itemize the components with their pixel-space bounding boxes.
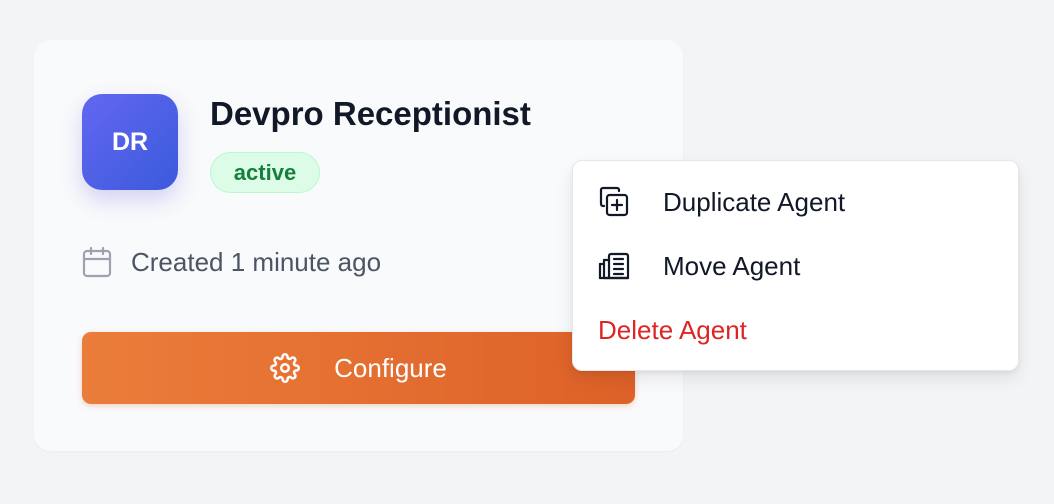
created-info: Created 1 minute ago [82, 246, 381, 278]
created-text: Created 1 minute ago [131, 246, 382, 277]
duplicate-icon [598, 186, 630, 218]
agent-avatar: DR [82, 94, 178, 190]
menu-item-label: Duplicate Agent [663, 186, 846, 217]
status-label: active [233, 159, 297, 185]
menu-item-move-agent[interactable]: Move Agent [573, 234, 1018, 298]
agent-initials: DR [111, 127, 149, 156]
menu-item-duplicate-agent[interactable]: Duplicate Agent [573, 170, 1018, 234]
agent-name: Devpro Receptionist [210, 95, 531, 132]
gear-icon [270, 353, 301, 383]
status-badge: active [210, 152, 320, 193]
menu-item-delete-agent[interactable]: Delete Agent [573, 298, 1018, 362]
calendar-icon [82, 246, 112, 278]
menu-item-label: Move Agent [663, 250, 801, 281]
configure-label: Configure [334, 352, 447, 383]
move-icon [598, 250, 630, 282]
menu-item-label: Delete Agent [598, 314, 747, 345]
agent-context-menu: Duplicate Agent Move Agent Delete Agent [572, 160, 1019, 371]
configure-button[interactable]: Configure [82, 332, 635, 404]
